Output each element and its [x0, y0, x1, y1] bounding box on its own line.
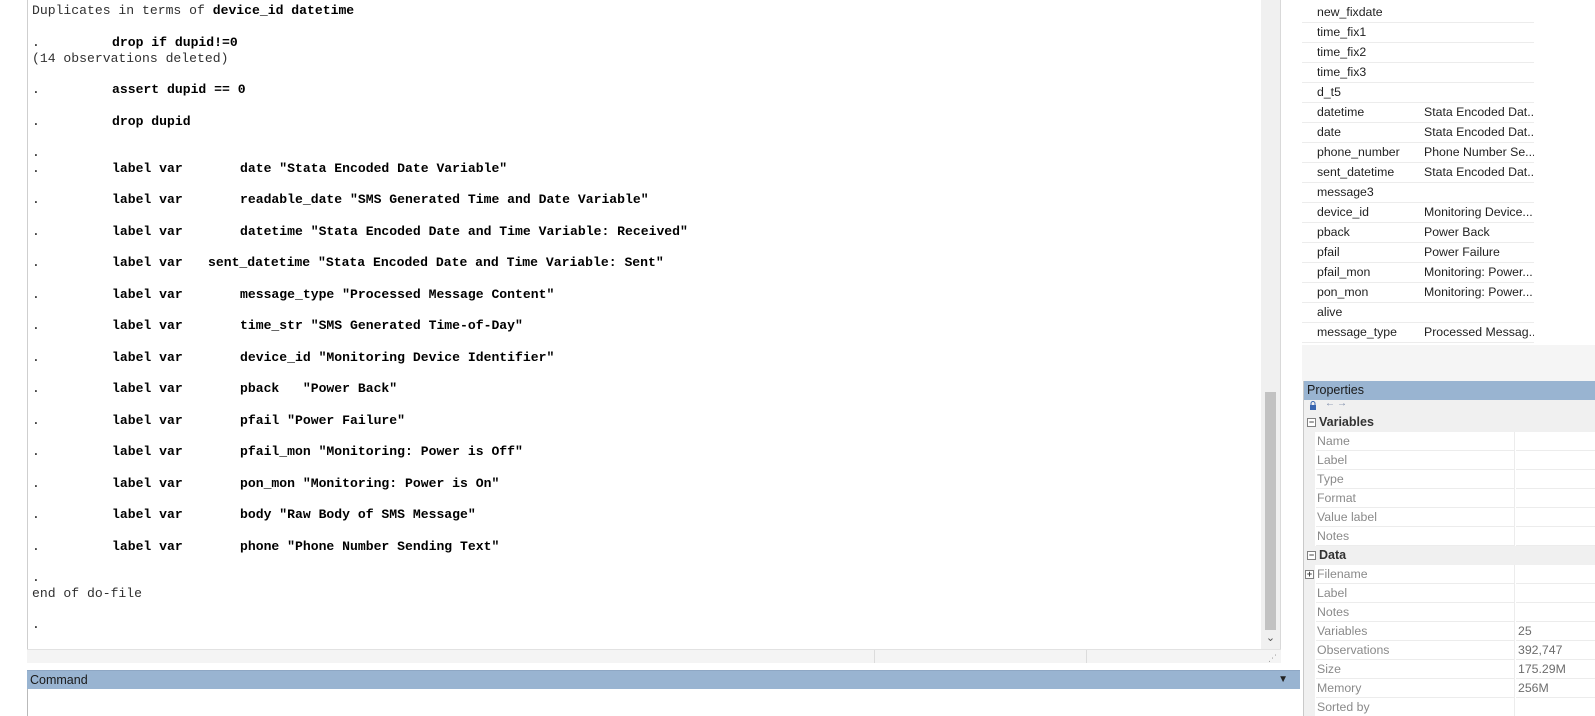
results-status-strip: ⋰	[27, 649, 1281, 663]
property-row[interactable]: + Filename	[1304, 565, 1595, 584]
variable-row[interactable]: time_fix3	[1302, 63, 1534, 83]
command-pane-header: Command ▼	[27, 670, 1300, 689]
variable-row[interactable]: datetime Stata Encoded Dat...	[1302, 103, 1534, 123]
variable-row[interactable]: phone_number Phone Number Se...	[1302, 143, 1534, 163]
property-row[interactable]: Sorted by	[1304, 698, 1595, 716]
results-line: end of do-file	[32, 586, 143, 601]
variable-row[interactable]: date Stata Encoded Dat...	[1302, 123, 1534, 143]
results-line: (14 observations deleted)	[32, 51, 229, 66]
variable-row[interactable]: device_id Monitoring Device...	[1302, 203, 1534, 223]
command-title: Command	[30, 673, 88, 687]
back-forward-icon[interactable]: ←→	[1325, 398, 1349, 409]
properties-section-data[interactable]: − Data	[1304, 546, 1595, 565]
property-row[interactable]: Size 175.29M	[1304, 660, 1595, 679]
pin-icon[interactable]: ▼	[1278, 671, 1288, 689]
property-row[interactable]: Label	[1304, 584, 1595, 603]
pane-splitter[interactable]	[1302, 345, 1595, 381]
properties-section-variables[interactable]: − Variables	[1304, 413, 1595, 432]
stata-window: Duplicates in terms of device_id datetim…	[0, 0, 1595, 716]
results-scrollbar[interactable]: ⌄	[1261, 0, 1280, 649]
scrollbar-thumb[interactable]	[1265, 392, 1276, 630]
property-row[interactable]: Memory 256M	[1304, 679, 1595, 698]
variable-row[interactable]: time_fix2	[1302, 43, 1534, 63]
property-row[interactable]: Name	[1304, 432, 1595, 451]
properties-title: Properties	[1307, 383, 1364, 397]
variable-row[interactable]: new_fixdate	[1302, 3, 1534, 23]
command-input[interactable]	[27, 689, 1300, 716]
variable-row[interactable]: alive	[1302, 303, 1534, 323]
divider	[874, 650, 875, 663]
expand-icon[interactable]: +	[1305, 570, 1314, 579]
collapse-icon[interactable]: −	[1307, 418, 1316, 427]
variable-row[interactable]: message3	[1302, 183, 1534, 203]
scroll-down-icon[interactable]: ⌄	[1261, 630, 1280, 646]
left-margin	[0, 0, 27, 716]
properties-pane: Properties ←→ − Variables Name Label Typ…	[1303, 381, 1595, 716]
variable-row[interactable]: d_t5	[1302, 83, 1534, 103]
collapse-icon[interactable]: −	[1307, 551, 1316, 560]
property-row[interactable]: Format	[1304, 489, 1595, 508]
property-row[interactable]: Variables 25	[1304, 622, 1595, 641]
variable-row[interactable]: pback Power Back	[1302, 223, 1534, 243]
properties-toolbar: ←→	[1304, 398, 1595, 413]
variable-row[interactable]: pon_mon Monitoring: Power...	[1302, 283, 1534, 303]
divider	[1086, 650, 1087, 663]
variable-row[interactable]: message_type Processed Messag...	[1302, 323, 1534, 343]
variable-row[interactable]: pfail_mon Monitoring: Power...	[1302, 263, 1534, 283]
property-row[interactable]: Observations 392,747	[1304, 641, 1595, 660]
property-row[interactable]: Value label	[1304, 508, 1595, 527]
variables-list: new_fixdate time_fix1 time_fix2 time_fix…	[1302, 0, 1536, 345]
lock-icon[interactable]	[1309, 401, 1317, 411]
property-row[interactable]: Label	[1304, 451, 1595, 470]
variable-row[interactable]: sent_datetime Stata Encoded Dat...	[1302, 163, 1534, 183]
variable-row[interactable]: pfail Power Failure	[1302, 243, 1534, 263]
resize-grip-icon[interactable]: ⋰	[1268, 653, 1277, 664]
results-line: Duplicates in terms of device_id datetim…	[32, 3, 355, 18]
results-pane[interactable]: Duplicates in terms of device_id datetim…	[27, 0, 1281, 649]
variable-row[interactable]: time_fix1	[1302, 23, 1534, 43]
property-row[interactable]: Notes	[1304, 527, 1595, 546]
property-row[interactable]: Type	[1304, 470, 1595, 489]
property-row[interactable]: Notes	[1304, 603, 1595, 622]
